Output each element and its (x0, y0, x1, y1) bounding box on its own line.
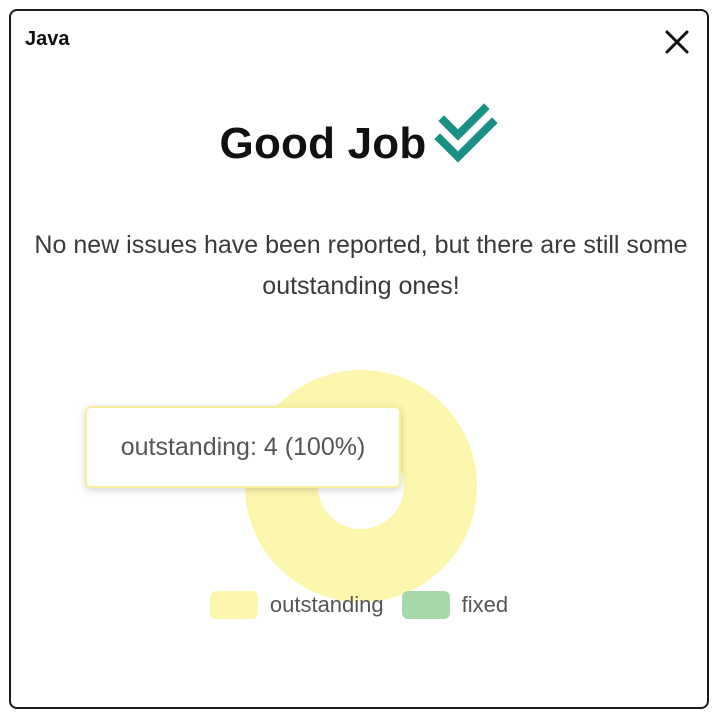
headline: Good Job (11, 103, 707, 169)
chart-legend: outstanding fixed (11, 591, 707, 619)
legend-swatch-outstanding (209, 591, 258, 619)
legend-item-outstanding[interactable]: outstanding (209, 591, 384, 619)
issue-summary-card: Java Good Job No new issues have been re… (9, 9, 709, 709)
card-title: Java (25, 28, 70, 50)
close-button[interactable] (663, 28, 691, 56)
legend-label-fixed: fixed (461, 592, 509, 617)
double-check-icon (434, 103, 499, 163)
headline-text: Good Job (219, 119, 427, 168)
legend-item-fixed[interactable]: fixed (401, 591, 509, 619)
legend-swatch-fixed (401, 591, 450, 619)
status-message: No new issues have been reported, but th… (34, 231, 688, 300)
chart-tooltip: outstanding: 4 (100%) (85, 406, 401, 488)
legend-label-outstanding: outstanding (269, 592, 384, 617)
close-icon (665, 30, 689, 54)
